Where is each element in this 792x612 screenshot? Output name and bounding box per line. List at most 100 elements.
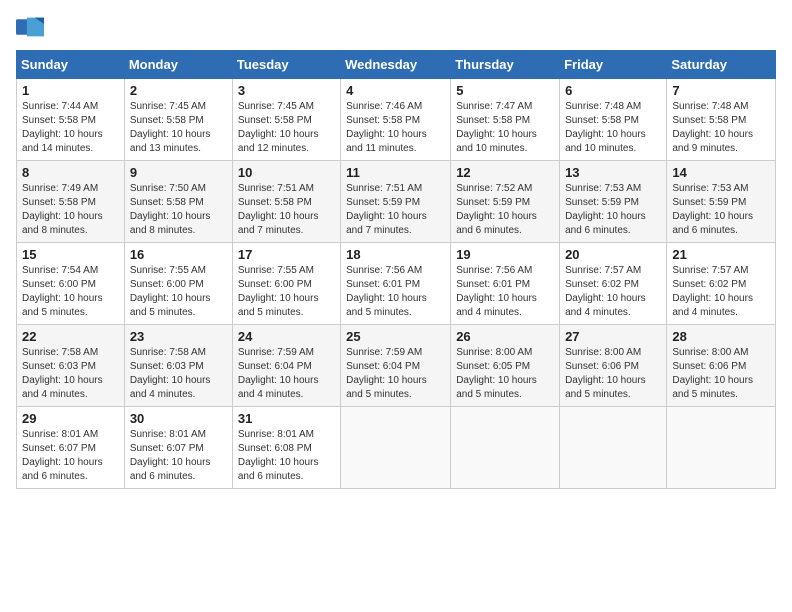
col-monday: Monday bbox=[124, 51, 232, 79]
table-row: 6 Sunrise: 7:48 AM Sunset: 5:58 PM Dayli… bbox=[560, 79, 667, 161]
day-info: Sunrise: 8:01 AM Sunset: 6:08 PM Dayligh… bbox=[238, 428, 335, 484]
day-info: Sunrise: 7:57 AM Sunset: 6:02 PM Dayligh… bbox=[672, 264, 770, 320]
day-number: 13 bbox=[565, 165, 661, 180]
table-row: 31 Sunrise: 8:01 AM Sunset: 6:08 PM Dayl… bbox=[232, 407, 340, 489]
day-info: Sunrise: 7:58 AM Sunset: 6:03 PM Dayligh… bbox=[22, 346, 119, 402]
table-row: 16 Sunrise: 7:55 AM Sunset: 6:00 PM Dayl… bbox=[124, 243, 232, 325]
day-info: Sunrise: 7:53 AM Sunset: 5:59 PM Dayligh… bbox=[672, 182, 770, 238]
col-sunday: Sunday bbox=[17, 51, 125, 79]
day-number: 7 bbox=[672, 83, 770, 98]
table-row: 7 Sunrise: 7:48 AM Sunset: 5:58 PM Dayli… bbox=[667, 79, 776, 161]
day-number: 9 bbox=[130, 165, 227, 180]
day-info: Sunrise: 8:01 AM Sunset: 6:07 PM Dayligh… bbox=[22, 428, 119, 484]
calendar-week-row: 1 Sunrise: 7:44 AM Sunset: 5:58 PM Dayli… bbox=[17, 79, 776, 161]
table-row: 19 Sunrise: 7:56 AM Sunset: 6:01 PM Dayl… bbox=[451, 243, 560, 325]
day-number: 5 bbox=[456, 83, 554, 98]
day-info: Sunrise: 7:58 AM Sunset: 6:03 PM Dayligh… bbox=[130, 346, 227, 402]
table-row: 20 Sunrise: 7:57 AM Sunset: 6:02 PM Dayl… bbox=[560, 243, 667, 325]
day-info: Sunrise: 8:00 AM Sunset: 6:05 PM Dayligh… bbox=[456, 346, 554, 402]
col-wednesday: Wednesday bbox=[341, 51, 451, 79]
table-row: 27 Sunrise: 8:00 AM Sunset: 6:06 PM Dayl… bbox=[560, 325, 667, 407]
day-number: 2 bbox=[130, 83, 227, 98]
day-number: 21 bbox=[672, 247, 770, 262]
day-info: Sunrise: 8:01 AM Sunset: 6:07 PM Dayligh… bbox=[130, 428, 227, 484]
calendar-week-row: 15 Sunrise: 7:54 AM Sunset: 6:00 PM Dayl… bbox=[17, 243, 776, 325]
table-row: 22 Sunrise: 7:58 AM Sunset: 6:03 PM Dayl… bbox=[17, 325, 125, 407]
table-row: 11 Sunrise: 7:51 AM Sunset: 5:59 PM Dayl… bbox=[341, 161, 451, 243]
day-number: 3 bbox=[238, 83, 335, 98]
day-number: 8 bbox=[22, 165, 119, 180]
day-info: Sunrise: 7:55 AM Sunset: 6:00 PM Dayligh… bbox=[238, 264, 335, 320]
day-number: 12 bbox=[456, 165, 554, 180]
day-info: Sunrise: 7:52 AM Sunset: 5:59 PM Dayligh… bbox=[456, 182, 554, 238]
header bbox=[16, 16, 776, 38]
col-tuesday: Tuesday bbox=[232, 51, 340, 79]
day-number: 24 bbox=[238, 329, 335, 344]
day-number: 28 bbox=[672, 329, 770, 344]
col-saturday: Saturday bbox=[667, 51, 776, 79]
day-info: Sunrise: 7:54 AM Sunset: 6:00 PM Dayligh… bbox=[22, 264, 119, 320]
day-number: 23 bbox=[130, 329, 227, 344]
table-row: 4 Sunrise: 7:46 AM Sunset: 5:58 PM Dayli… bbox=[341, 79, 451, 161]
day-info: Sunrise: 7:51 AM Sunset: 5:59 PM Dayligh… bbox=[346, 182, 445, 238]
calendar-week-row: 29 Sunrise: 8:01 AM Sunset: 6:07 PM Dayl… bbox=[17, 407, 776, 489]
day-info: Sunrise: 7:45 AM Sunset: 5:58 PM Dayligh… bbox=[238, 100, 335, 156]
table-row: 13 Sunrise: 7:53 AM Sunset: 5:59 PM Dayl… bbox=[560, 161, 667, 243]
table-row: 9 Sunrise: 7:50 AM Sunset: 5:58 PM Dayli… bbox=[124, 161, 232, 243]
day-info: Sunrise: 7:47 AM Sunset: 5:58 PM Dayligh… bbox=[456, 100, 554, 156]
day-info: Sunrise: 7:53 AM Sunset: 5:59 PM Dayligh… bbox=[565, 182, 661, 238]
day-info: Sunrise: 7:45 AM Sunset: 5:58 PM Dayligh… bbox=[130, 100, 227, 156]
table-row: 2 Sunrise: 7:45 AM Sunset: 5:58 PM Dayli… bbox=[124, 79, 232, 161]
table-row: 23 Sunrise: 7:58 AM Sunset: 6:03 PM Dayl… bbox=[124, 325, 232, 407]
day-number: 11 bbox=[346, 165, 445, 180]
day-number: 15 bbox=[22, 247, 119, 262]
table-row: 26 Sunrise: 8:00 AM Sunset: 6:05 PM Dayl… bbox=[451, 325, 560, 407]
day-number: 6 bbox=[565, 83, 661, 98]
col-friday: Friday bbox=[560, 51, 667, 79]
table-row bbox=[451, 407, 560, 489]
day-info: Sunrise: 7:55 AM Sunset: 6:00 PM Dayligh… bbox=[130, 264, 227, 320]
day-info: Sunrise: 7:48 AM Sunset: 5:58 PM Dayligh… bbox=[565, 100, 661, 156]
table-row bbox=[341, 407, 451, 489]
table-row: 15 Sunrise: 7:54 AM Sunset: 6:00 PM Dayl… bbox=[17, 243, 125, 325]
table-row: 21 Sunrise: 7:57 AM Sunset: 6:02 PM Dayl… bbox=[667, 243, 776, 325]
day-info: Sunrise: 7:57 AM Sunset: 6:02 PM Dayligh… bbox=[565, 264, 661, 320]
table-row: 5 Sunrise: 7:47 AM Sunset: 5:58 PM Dayli… bbox=[451, 79, 560, 161]
day-number: 22 bbox=[22, 329, 119, 344]
day-number: 31 bbox=[238, 411, 335, 426]
day-info: Sunrise: 7:56 AM Sunset: 6:01 PM Dayligh… bbox=[456, 264, 554, 320]
table-row: 1 Sunrise: 7:44 AM Sunset: 5:58 PM Dayli… bbox=[17, 79, 125, 161]
table-row: 29 Sunrise: 8:01 AM Sunset: 6:07 PM Dayl… bbox=[17, 407, 125, 489]
day-info: Sunrise: 7:51 AM Sunset: 5:58 PM Dayligh… bbox=[238, 182, 335, 238]
table-row: 3 Sunrise: 7:45 AM Sunset: 5:58 PM Dayli… bbox=[232, 79, 340, 161]
logo bbox=[16, 16, 48, 38]
table-row: 24 Sunrise: 7:59 AM Sunset: 6:04 PM Dayl… bbox=[232, 325, 340, 407]
table-row bbox=[667, 407, 776, 489]
table-row: 17 Sunrise: 7:55 AM Sunset: 6:00 PM Dayl… bbox=[232, 243, 340, 325]
day-info: Sunrise: 7:44 AM Sunset: 5:58 PM Dayligh… bbox=[22, 100, 119, 156]
day-number: 29 bbox=[22, 411, 119, 426]
day-info: Sunrise: 7:49 AM Sunset: 5:58 PM Dayligh… bbox=[22, 182, 119, 238]
table-row: 10 Sunrise: 7:51 AM Sunset: 5:58 PM Dayl… bbox=[232, 161, 340, 243]
day-info: Sunrise: 8:00 AM Sunset: 6:06 PM Dayligh… bbox=[565, 346, 661, 402]
table-row: 25 Sunrise: 7:59 AM Sunset: 6:04 PM Dayl… bbox=[341, 325, 451, 407]
table-row: 18 Sunrise: 7:56 AM Sunset: 6:01 PM Dayl… bbox=[341, 243, 451, 325]
calendar-header-row: Sunday Monday Tuesday Wednesday Thursday… bbox=[17, 51, 776, 79]
table-row: 12 Sunrise: 7:52 AM Sunset: 5:59 PM Dayl… bbox=[451, 161, 560, 243]
day-info: Sunrise: 7:48 AM Sunset: 5:58 PM Dayligh… bbox=[672, 100, 770, 156]
day-number: 19 bbox=[456, 247, 554, 262]
table-row: 8 Sunrise: 7:49 AM Sunset: 5:58 PM Dayli… bbox=[17, 161, 125, 243]
day-number: 1 bbox=[22, 83, 119, 98]
day-number: 14 bbox=[672, 165, 770, 180]
day-number: 20 bbox=[565, 247, 661, 262]
table-row: 28 Sunrise: 8:00 AM Sunset: 6:06 PM Dayl… bbox=[667, 325, 776, 407]
day-info: Sunrise: 8:00 AM Sunset: 6:06 PM Dayligh… bbox=[672, 346, 770, 402]
day-number: 4 bbox=[346, 83, 445, 98]
day-info: Sunrise: 7:56 AM Sunset: 6:01 PM Dayligh… bbox=[346, 264, 445, 320]
day-info: Sunrise: 7:59 AM Sunset: 6:04 PM Dayligh… bbox=[346, 346, 445, 402]
table-row: 14 Sunrise: 7:53 AM Sunset: 5:59 PM Dayl… bbox=[667, 161, 776, 243]
day-number: 26 bbox=[456, 329, 554, 344]
day-info: Sunrise: 7:50 AM Sunset: 5:58 PM Dayligh… bbox=[130, 182, 227, 238]
table-row bbox=[560, 407, 667, 489]
day-number: 16 bbox=[130, 247, 227, 262]
